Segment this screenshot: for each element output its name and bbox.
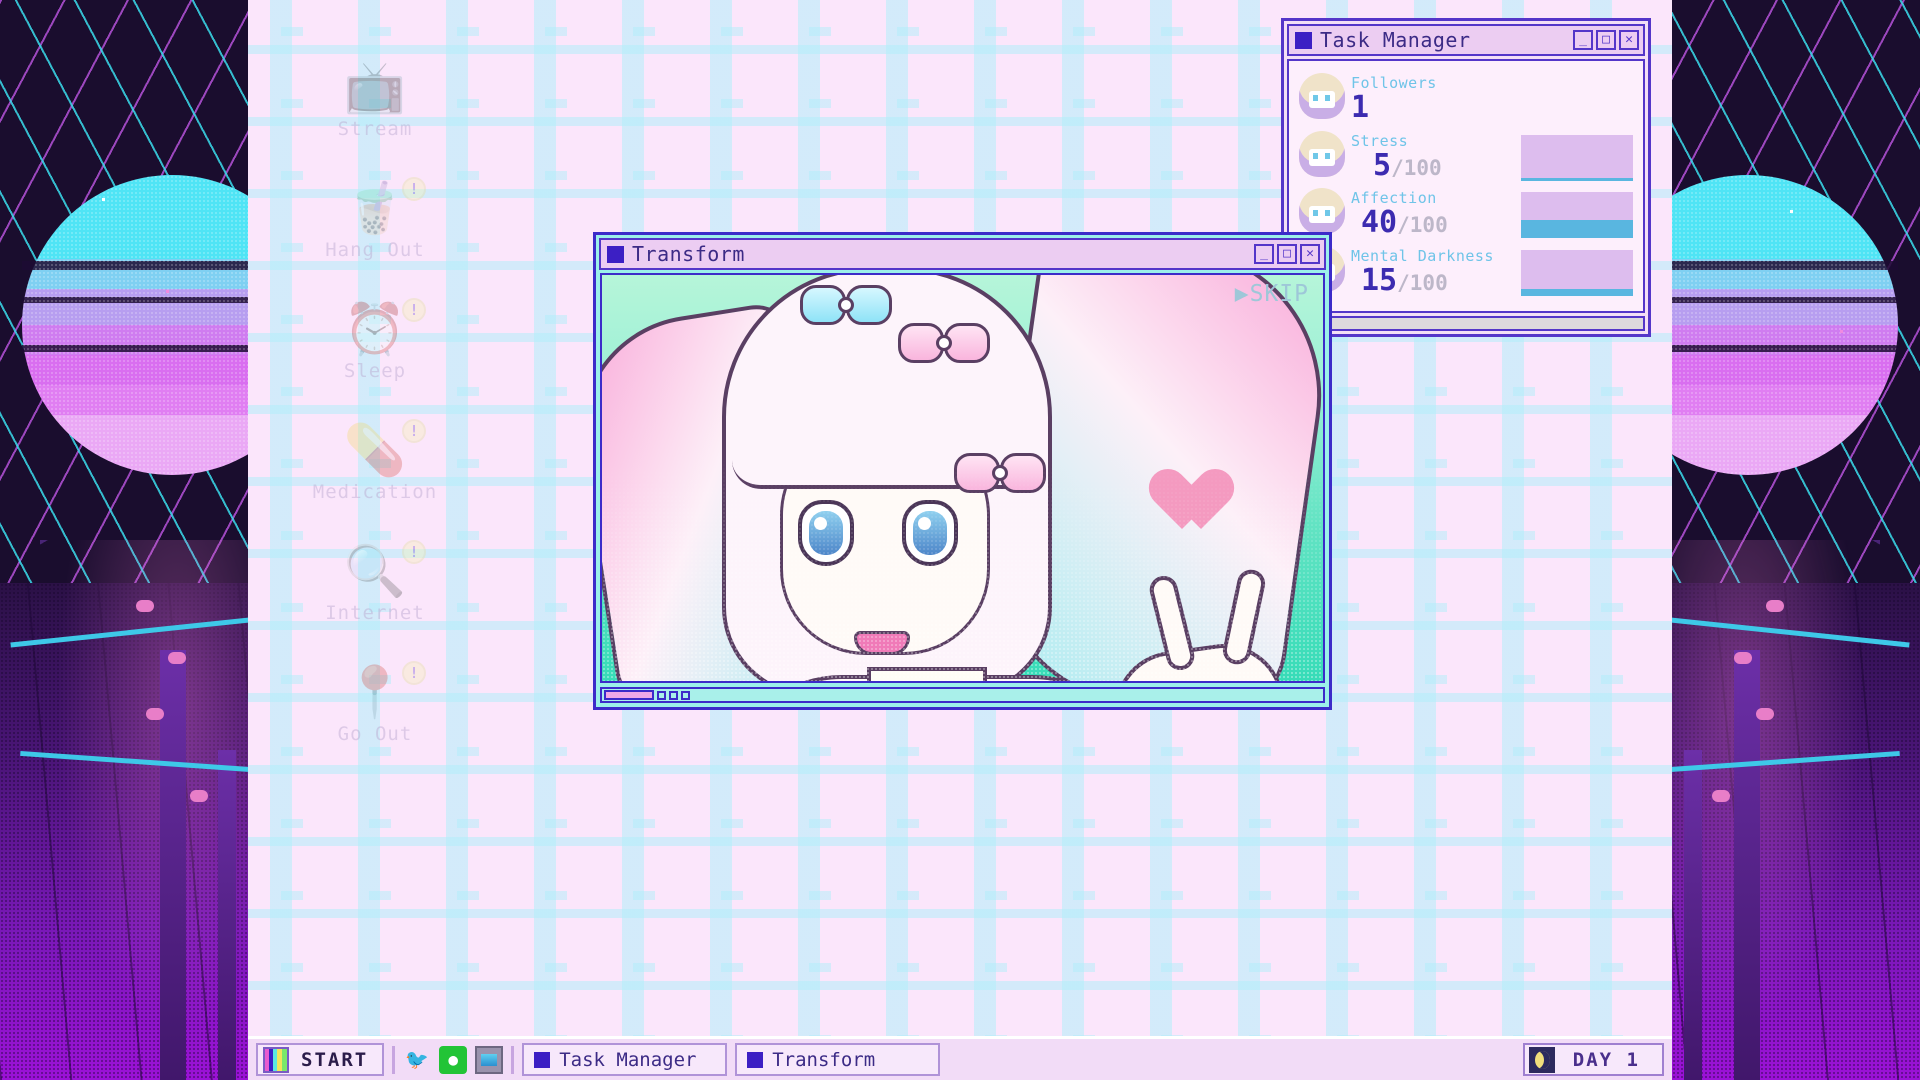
desktop-icon-label: Medication <box>312 481 438 503</box>
status-box <box>681 690 690 700</box>
notification-badge: ! <box>402 661 426 685</box>
stat-bar-affection <box>1521 192 1633 238</box>
window-icon <box>747 1051 764 1068</box>
stat-separator: / <box>1397 213 1410 237</box>
status-box <box>657 690 666 700</box>
stat-row-affection: Affection 40/100 <box>1299 188 1633 239</box>
task-manager-titlebar[interactable]: Task Manager _ □ ✕ <box>1287 24 1645 56</box>
eye-highlight-left <box>814 517 827 530</box>
desktop-icon-sleep[interactable]: ⏰ ! Sleep <box>300 294 450 415</box>
go-out-icon: 📍 <box>343 663 407 721</box>
day-label: DAY 1 <box>1572 1048 1640 1071</box>
windows-start-icon <box>263 1046 289 1073</box>
pupil-left <box>809 511 843 555</box>
stat-row-stress: Stress 5/100 <box>1299 130 1633 183</box>
minimize-button[interactable]: _ <box>1254 244 1274 264</box>
stat-separator: / <box>1397 270 1410 295</box>
twitter-bird-icon[interactable]: 🐦 <box>403 1046 431 1074</box>
taskbar-divider <box>392 1045 396 1074</box>
window-icon <box>1295 31 1312 49</box>
desktop-icon-medication[interactable]: 💊 ! Medication <box>300 415 450 536</box>
notification-badge: ! <box>402 540 426 564</box>
stat-value: 40 <box>1361 205 1398 240</box>
sleep-icon: ⏰ <box>343 300 407 358</box>
desktop-icon-hang-out[interactable]: 🧋 ! Hang Out <box>300 173 450 294</box>
taskbar: START 🐦 ● Task Manager Transform DAY 1 <box>248 1036 1672 1080</box>
taskbar-divider <box>511 1045 515 1074</box>
collar <box>867 667 987 681</box>
stat-bar-mental-darkness <box>1521 249 1633 296</box>
stress-girl-icon <box>1299 130 1345 177</box>
stat-value: 5 <box>1373 147 1392 183</box>
stream-icon: 📺 <box>343 58 407 116</box>
transform-titlebar[interactable]: Transform _ □ ✕ <box>599 238 1326 270</box>
stat-max: 100 <box>1409 213 1448 237</box>
crescent-moon-icon <box>1528 1046 1555 1073</box>
heart-icon <box>1168 471 1234 531</box>
task-manager-window[interactable]: Task Manager _ □ ✕ Followers 1 Stress 5/… <box>1281 18 1651 337</box>
taskbar-item-label: Task Manager <box>559 1048 697 1071</box>
stat-row-followers: Followers 1 <box>1299 73 1633 124</box>
window-title: Task Manager <box>1320 28 1471 52</box>
taskbar-item-task-manager[interactable]: Task Manager <box>522 1043 728 1076</box>
skip-button[interactable]: ▶SKIP <box>1235 281 1309 307</box>
cyber-machinery-left <box>10 540 280 1080</box>
stat-bar-stress <box>1521 134 1633 181</box>
taskbar-item-label: Transform <box>772 1048 876 1071</box>
desktop-icon-label: Internet <box>325 602 425 624</box>
follower-girl-icon <box>1299 73 1345 119</box>
internet-icon: 🔍 <box>343 542 407 600</box>
task-manager-body: Followers 1 Stress 5/100 Affection 40/10… <box>1287 59 1645 313</box>
maximize-button[interactable]: □ <box>1596 30 1616 50</box>
cutscene-canvas[interactable]: ▶SKIP <box>600 273 1325 683</box>
close-button[interactable]: ✕ <box>1300 244 1320 264</box>
notification-badge: ! <box>402 298 426 322</box>
mouth <box>854 631 910 655</box>
start-button[interactable]: START <box>256 1043 385 1076</box>
chat-bubble-icon[interactable]: ● <box>439 1045 468 1074</box>
window-icon <box>534 1051 551 1068</box>
stat-value: 15 <box>1361 262 1398 298</box>
close-button[interactable]: ✕ <box>1619 30 1639 50</box>
desktop-icon-label: Hang Out <box>325 239 425 261</box>
desktop-icon-label: Sleep <box>343 360 407 382</box>
stat-max: 100 <box>1403 155 1442 180</box>
monitor-icon[interactable] <box>475 1045 504 1074</box>
window-title: Transform <box>632 242 745 266</box>
desktop-icon-stream[interactable]: 📺 Stream <box>300 52 450 173</box>
desktop-icon-label: Stream <box>337 118 413 140</box>
desktop-icon-list: 📺 Stream 🧋 ! Hang Out ⏰ ! Sleep 💊 ! Medi… <box>300 52 450 778</box>
minimize-button[interactable]: _ <box>1573 30 1593 50</box>
notification-badge: ! <box>402 419 426 443</box>
stat-max: 100 <box>1409 270 1448 295</box>
transform-statusbar <box>600 687 1325 703</box>
day-counter: DAY 1 <box>1522 1043 1664 1076</box>
pupil-right <box>913 511 947 555</box>
stat-row-mental-darkness: Mental Darkness 15/100 <box>1299 245 1633 298</box>
start-label: START <box>301 1048 369 1071</box>
window-icon <box>607 245 624 263</box>
eye-highlight-right <box>918 517 931 530</box>
desktop-icon-label: Go Out <box>337 723 413 745</box>
stat-value: 1 <box>1351 90 1370 125</box>
progress-fill <box>604 690 654 700</box>
cyber-machinery-right <box>1640 540 1910 1080</box>
game-screen: 📺 Stream 🧋 ! Hang Out ⏰ ! Sleep 💊 ! Medi… <box>0 0 1920 1080</box>
affection-girl-icon <box>1299 188 1345 234</box>
stat-separator: / <box>1391 155 1404 180</box>
transform-window[interactable]: Transform _ □ ✕ ▶SKIP <box>593 232 1332 710</box>
desktop-icon-internet[interactable]: 🔍 ! Internet <box>300 536 450 657</box>
task-manager-statusbar <box>1287 316 1645 331</box>
system-tray: 🐦 ● <box>403 1045 504 1074</box>
hang-out-icon: 🧋 <box>343 179 407 237</box>
status-box <box>669 690 678 700</box>
taskbar-item-transform[interactable]: Transform <box>735 1043 941 1076</box>
maximize-button[interactable]: □ <box>1277 244 1297 264</box>
magical-girl-artwork <box>602 275 1323 681</box>
medication-icon: 💊 <box>343 421 407 479</box>
desktop-icon-go-out[interactable]: 📍 ! Go Out <box>300 657 450 778</box>
notification-badge: ! <box>402 177 426 201</box>
